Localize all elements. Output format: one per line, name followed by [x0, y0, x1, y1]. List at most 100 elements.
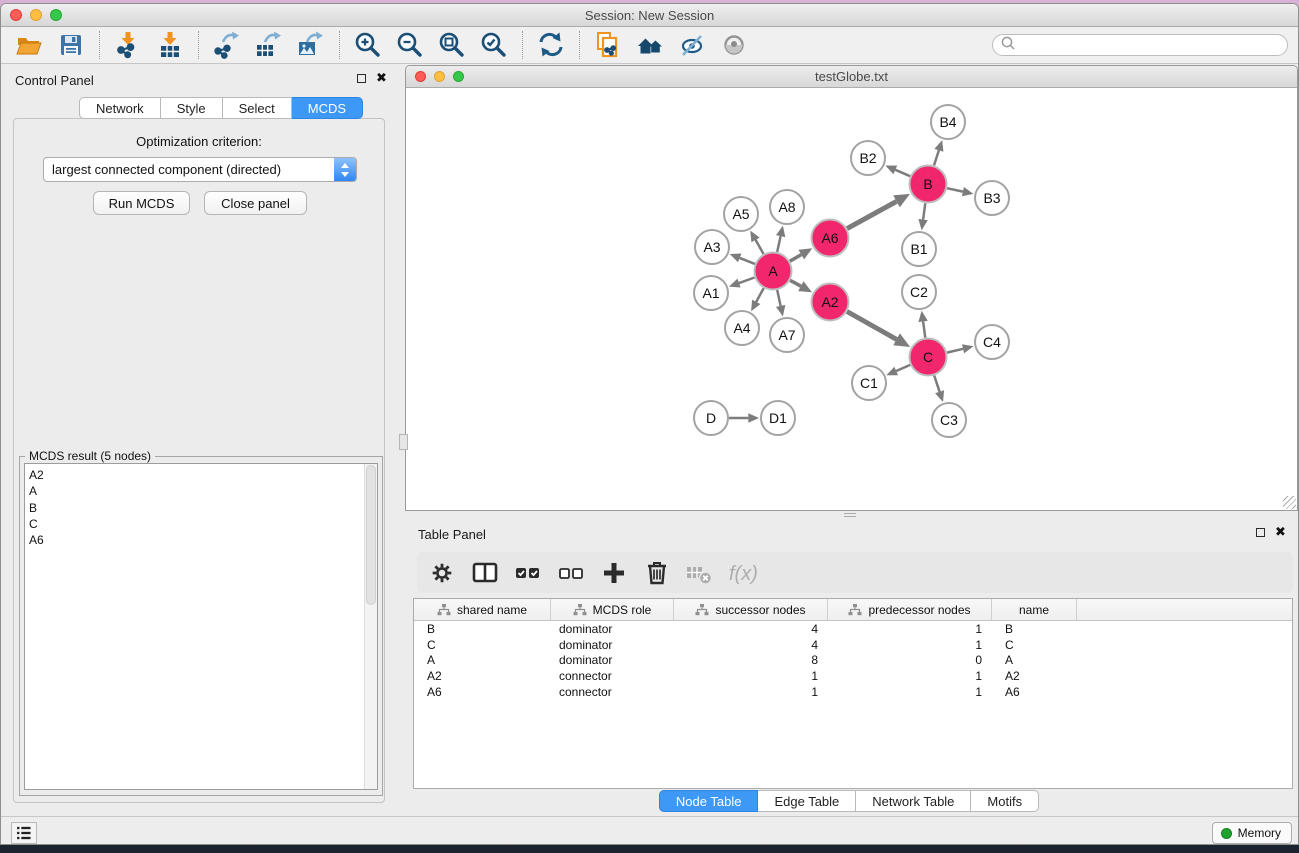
search-container [992, 34, 1288, 56]
tab-motifs[interactable]: Motifs [971, 790, 1039, 812]
search-input[interactable] [1017, 38, 1287, 52]
import-network-button[interactable] [110, 29, 146, 61]
graph-node-C3[interactable]: C3 [932, 403, 966, 437]
table-row[interactable]: Cdominator41C [414, 637, 1292, 653]
save-session-button[interactable] [53, 29, 89, 61]
network-graph[interactable]: A A1 A2 A3 A4 A5 A6 A7 A8 B B1 B2 B3 [406, 88, 1297, 510]
tab-node-table[interactable]: Node Table [659, 790, 759, 812]
graph-node-A4[interactable]: A4 [725, 311, 759, 345]
desktop: Session: New Session Control Panel ✖ [0, 0, 1299, 853]
graph-node-B3[interactable]: B3 [975, 181, 1009, 215]
graph-node-A7[interactable]: A7 [770, 318, 804, 352]
zoom-in-button[interactable] [350, 29, 386, 61]
table-row[interactable]: Adominator80A [414, 653, 1292, 669]
tab-network[interactable]: Network [79, 97, 161, 119]
import-table-button[interactable] [152, 29, 188, 61]
close-table-panel-icon[interactable]: ✖ [1275, 528, 1286, 537]
graph-node-B4[interactable]: B4 [931, 105, 965, 139]
graph-node-B2[interactable]: B2 [851, 141, 885, 175]
column-header-predecessor-nodes[interactable]: predecessor nodes [828, 599, 992, 620]
open-session-button[interactable] [11, 29, 47, 61]
add-column-button[interactable] [597, 556, 631, 590]
result-scrollbar[interactable] [364, 464, 377, 789]
graph-node-B[interactable]: B [910, 166, 947, 203]
graph-node-D[interactable]: D [694, 401, 728, 435]
resize-grip-icon[interactable] [1283, 496, 1296, 509]
show-columns-button[interactable] [468, 556, 502, 590]
divider-handle[interactable] [844, 513, 856, 517]
result-list-item[interactable]: A2 [29, 467, 377, 483]
divider-grip[interactable] [399, 434, 408, 450]
column-header-name[interactable]: name [992, 599, 1077, 620]
graph-node-B1[interactable]: B1 [902, 232, 936, 266]
table-cell: dominator [551, 653, 674, 667]
refresh-view-button[interactable] [533, 29, 569, 61]
graph-node-D1[interactable]: D1 [761, 401, 795, 435]
table-row[interactable]: A2connector11A2 [414, 668, 1292, 684]
table-row[interactable]: Bdominator41B [414, 621, 1292, 637]
deselect-all-columns-button[interactable] [554, 556, 588, 590]
graph-node-C2[interactable]: C2 [902, 275, 936, 309]
tab-style[interactable]: Style [161, 97, 223, 119]
result-list-item[interactable]: B [29, 500, 377, 516]
zoom-fit-button[interactable] [434, 29, 470, 61]
svg-text:C: C [923, 349, 933, 365]
tab-select[interactable]: Select [223, 97, 292, 119]
export-image-button[interactable] [293, 29, 329, 61]
float-panel-icon[interactable] [357, 74, 366, 83]
graph-node-A8[interactable]: A8 [770, 190, 804, 224]
toggle-graphics-details-button[interactable] [674, 29, 710, 61]
result-scrollbar-thumb[interactable] [366, 465, 376, 605]
criterion-dropdown[interactable]: largest connected component (directed) [43, 157, 357, 182]
graph-node-A1[interactable]: A1 [694, 276, 728, 310]
zoom-out-button[interactable] [392, 29, 428, 61]
table-cell: 1 [674, 669, 828, 683]
new-network-from-selection-button[interactable] [590, 29, 626, 61]
svg-text:D: D [706, 410, 716, 426]
tab-network-table[interactable]: Network Table [856, 790, 971, 812]
delete-column-button[interactable] [640, 556, 674, 590]
show-hide-panel-button[interactable] [716, 29, 752, 61]
graph-node-A5[interactable]: A5 [724, 197, 758, 231]
column-header-shared-name[interactable]: shared name [414, 599, 551, 620]
node-table: shared name MCDS role successor nodes pr… [413, 598, 1293, 789]
svg-text:A8: A8 [778, 199, 795, 215]
table-cell: connector [551, 669, 674, 683]
apply-layout-button[interactable] [632, 29, 668, 61]
export-table-button[interactable] [251, 29, 287, 61]
svg-text:A4: A4 [733, 320, 750, 336]
column-settings-button[interactable] [425, 556, 459, 590]
memory-button[interactable]: Memory [1212, 822, 1292, 844]
graph-node-C[interactable]: C [910, 339, 947, 376]
zoom-selected-button[interactable] [476, 29, 512, 61]
tab-mcds[interactable]: MCDS [292, 97, 363, 119]
task-history-button[interactable] [11, 822, 37, 844]
search-icon [999, 34, 1017, 57]
result-list-item[interactable]: C [29, 516, 377, 532]
run-mcds-button[interactable]: Run MCDS [93, 191, 190, 215]
table-cell: C [992, 638, 1077, 652]
graph-node-A3[interactable]: A3 [695, 230, 729, 264]
column-label: successor nodes [715, 603, 805, 617]
column-header-successor-nodes[interactable]: successor nodes [674, 599, 828, 620]
result-list-item[interactable]: A6 [29, 532, 377, 548]
select-all-columns-button[interactable] [511, 556, 545, 590]
graph-node-A[interactable]: A [755, 253, 792, 290]
graph-node-C1[interactable]: C1 [852, 366, 886, 400]
graph-node-C4[interactable]: C4 [975, 325, 1009, 359]
result-list-item[interactable]: A [29, 483, 377, 499]
graph-node-A2[interactable]: A2 [812, 284, 849, 321]
column-header-MCDS-role[interactable]: MCDS role [551, 599, 674, 620]
memory-label: Memory [1238, 826, 1281, 840]
close-panel-icon[interactable]: ✖ [376, 74, 387, 83]
table-row[interactable]: A6connector11A6 [414, 684, 1292, 700]
export-network-button[interactable] [209, 29, 245, 61]
table-cell: dominator [551, 638, 674, 652]
graph-node-A6[interactable]: A6 [812, 220, 849, 257]
tab-edge-table[interactable]: Edge Table [758, 790, 856, 812]
close-panel-button[interactable]: Close panel [204, 191, 307, 215]
svg-text:A5: A5 [732, 206, 749, 222]
network-canvas[interactable]: A A1 A2 A3 A4 A5 A6 A7 A8 B B1 B2 B3 [406, 88, 1297, 510]
float-table-panel-icon[interactable] [1256, 528, 1265, 537]
search-field[interactable] [992, 34, 1288, 56]
